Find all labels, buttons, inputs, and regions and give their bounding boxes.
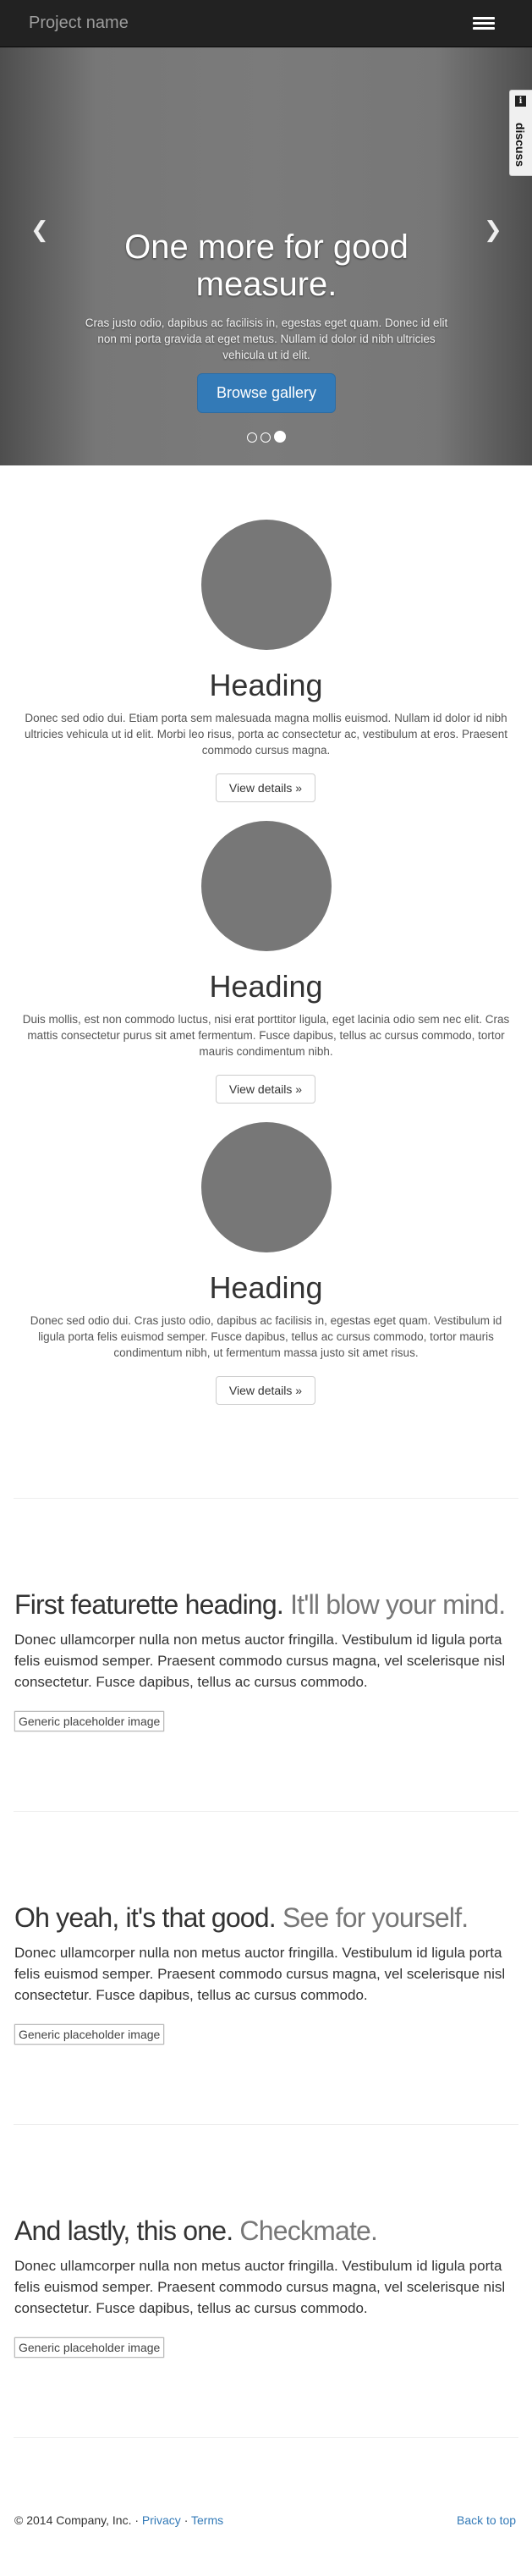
featurette-divider [14,2437,518,2438]
discuss-tab[interactable]: i discuss [509,90,532,176]
column-text: Duis mollis, est non commodo luctus, nis… [22,1013,510,1058]
terms-link[interactable]: Terms [191,2513,223,2527]
featurette-lead: Donec ullamcorper nulla non metus auctor… [14,2258,506,2316]
column-heading: Heading [209,969,323,1004]
column-heading: Heading [209,1270,323,1305]
featurette-heading-muted: It'll blow your mind. [290,1589,506,1620]
view-details-button[interactable]: View details » [216,1376,315,1405]
copyright-text: © 2014 Company, Inc. · [14,2513,142,2527]
carousel-heading: One more for good measure. [124,228,409,303]
generic-placeholder-image: Generic placeholder image [14,2337,165,2358]
footer-separator: · [180,2513,192,2527]
featurette-heading-muted: See for yourself. [282,1902,469,1933]
featurette-heading-muted: Checkmate. [239,2215,378,2246]
generic-placeholder-image: Generic placeholder image [14,1711,165,1731]
view-details-button[interactable]: View details » [216,1075,315,1104]
placeholder-circle-image [201,1122,332,1252]
carousel-indicator-3[interactable] [274,431,286,443]
featurette-heading: Oh yeah, it's that good. See for yoursel… [14,1902,469,1933]
generic-placeholder-image: Generic placeholder image [14,2024,165,2045]
placeholder-circle-image [201,821,332,951]
carousel-indicators [245,431,288,443]
placeholder-circle-image [201,520,332,650]
info-icon: i [515,96,526,107]
featurette-divider [14,1498,518,1499]
view-details-button[interactable]: View details » [216,773,315,802]
featurette-lead: Donec ullamcorper nulla non metus auctor… [14,1945,506,2003]
featurette-divider [14,1811,518,1812]
featurette-lead: Donec ullamcorper nulla non metus auctor… [14,1632,506,1690]
column-text: Donec sed odio dui. Etiam porta sem male… [24,712,507,757]
chevron-right-icon[interactable]: ❯ [484,217,502,243]
carousel-indicator-2[interactable] [261,432,271,443]
featurette-divider [14,2124,518,2125]
navbar-toggle-button[interactable] [470,13,497,35]
carousel: ❮ ❯ One more for good measure. Cras just… [0,47,532,465]
navbar: Project name [0,0,532,47]
footer: © 2014 Company, Inc. · Privacy · Terms [14,2513,518,2527]
chevron-left-icon[interactable]: ❮ [30,217,49,243]
carousel-text: Cras justo odio, dapibus ac facilisis in… [85,316,448,361]
discuss-label: discuss [513,122,527,168]
browse-gallery-button[interactable]: Browse gallery [196,373,337,413]
featurette-heading: First featurette heading. It'll blow you… [14,1589,506,1620]
carousel-caption: One more for good measure. Cras justo od… [80,228,452,413]
brand-link[interactable]: Project name [29,14,129,33]
privacy-link[interactable]: Privacy [142,2513,181,2527]
back-to-top-link[interactable]: Back to top [457,2513,516,2527]
column-heading: Heading [209,668,323,702]
featurette-heading: And lastly, this one. Checkmate. [14,2215,378,2246]
carousel-indicator-1[interactable] [247,432,257,443]
column-text: Donec sed odio dui. Cras justo odio, dap… [30,1314,502,1359]
